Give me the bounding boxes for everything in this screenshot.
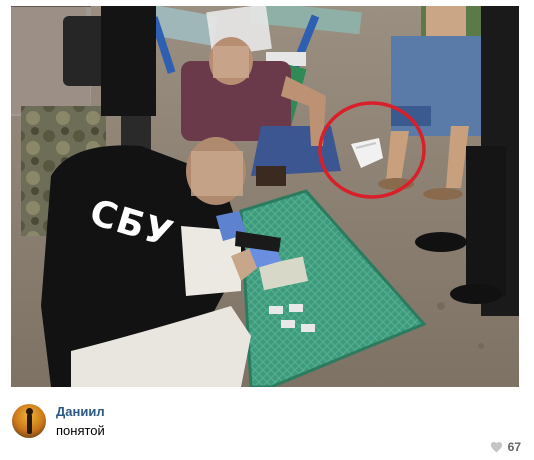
heart-icon (490, 442, 502, 453)
likes-count: 67 (507, 440, 521, 454)
like-button[interactable]: 67 (490, 440, 521, 454)
sbu-officer (41, 137, 281, 387)
author-name[interactable]: Даниил (56, 404, 105, 419)
avatar-figure (26, 408, 33, 434)
user-avatar[interactable] (12, 404, 46, 438)
post-caption: понятой (56, 423, 105, 438)
post-photo[interactable]: СБУ (11, 6, 519, 387)
post-card: СБУ Даниил понятой 67 (0, 0, 534, 460)
photo-scene (11, 6, 519, 387)
